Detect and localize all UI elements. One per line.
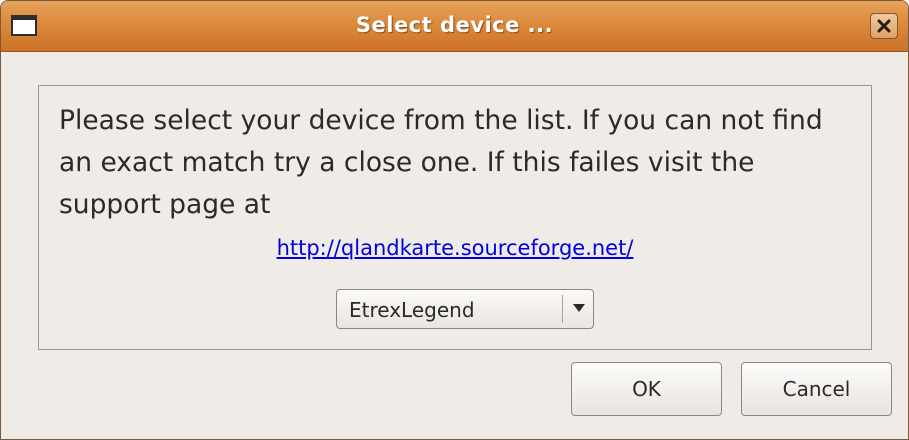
close-button[interactable] <box>870 13 898 39</box>
instruction-message: Please select your device from the list.… <box>59 105 823 220</box>
select-device-dialog: Select device ... Please select your dev… <box>0 0 909 440</box>
chevron-down-icon <box>573 304 585 312</box>
close-icon <box>877 19 891 33</box>
content-frame: Please select your device from the list.… <box>38 85 872 350</box>
title-bar[interactable]: Select device ... <box>1 1 908 52</box>
ok-button[interactable]: OK <box>571 362 722 416</box>
cancel-button[interactable]: Cancel <box>741 362 892 416</box>
device-select-value: EtrexLegend <box>349 298 475 322</box>
device-select[interactable]: EtrexLegend <box>336 289 594 329</box>
device-select-divider <box>562 295 563 323</box>
window-title: Select device ... <box>355 13 554 37</box>
support-page-link[interactable]: http://qlandkarte.sourceforge.net/ <box>39 236 871 260</box>
